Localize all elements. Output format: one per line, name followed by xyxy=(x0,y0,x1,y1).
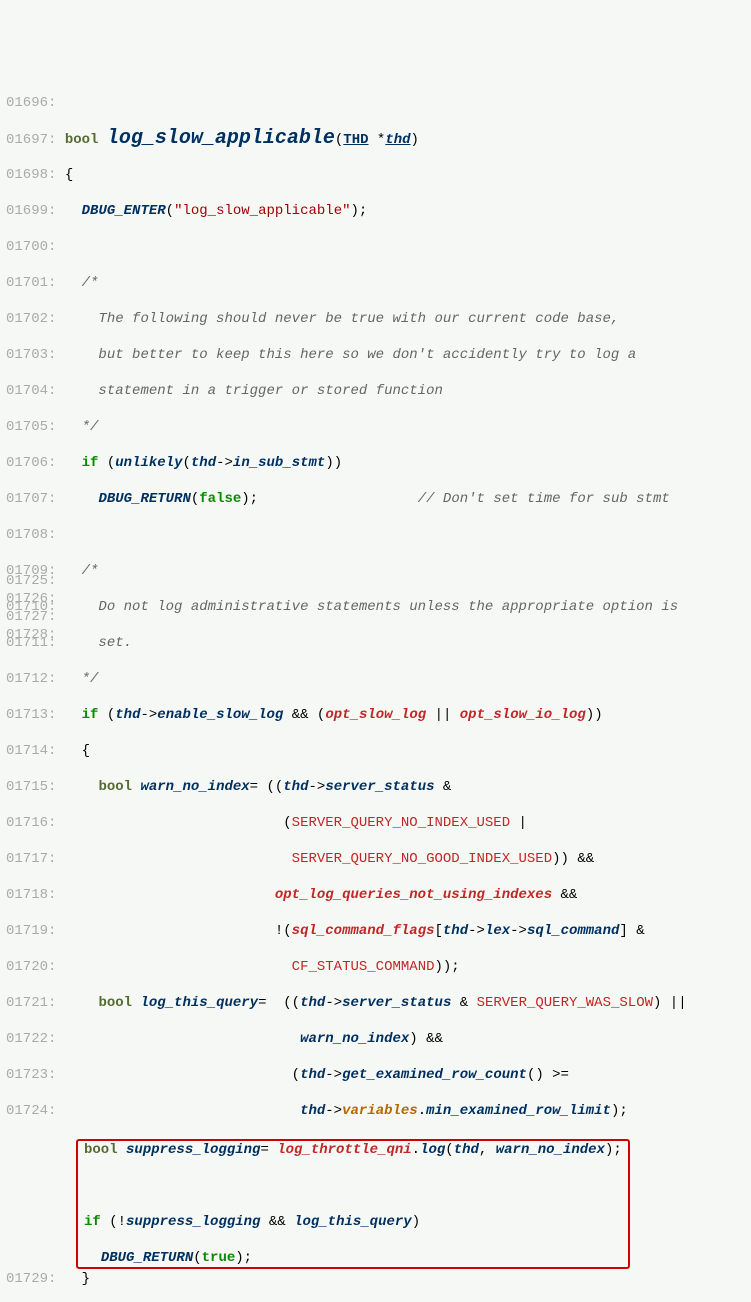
line-number: 01715: xyxy=(6,779,56,795)
var-sql_command_flags[interactable]: sql_command_flags xyxy=(292,923,435,939)
var-warn_no_index[interactable]: warn_no_index xyxy=(140,779,249,795)
var-suppress_logging[interactable]: suppress_logging xyxy=(126,1214,260,1230)
keyword-bool: bool xyxy=(65,132,99,148)
line-number: 01721: xyxy=(6,995,56,1011)
line-number: 01700: xyxy=(6,239,56,255)
const-SERVER_QUERY_WAS_SLOW[interactable]: SERVER_QUERY_WAS_SLOW xyxy=(477,995,653,1011)
comment-text: Do not log administrative statements unl… xyxy=(65,599,678,615)
line-number: 01705: xyxy=(6,419,56,435)
keyword-if: if xyxy=(84,1214,101,1230)
var-log_this_query[interactable]: log_this_query xyxy=(294,1214,412,1230)
const-SERVER_QUERY_NO_GOOD_INDEX_USED[interactable]: SERVER_QUERY_NO_GOOD_INDEX_USED xyxy=(292,851,552,867)
var-thd[interactable]: thd xyxy=(300,1067,325,1083)
field-lex[interactable]: lex xyxy=(485,923,510,939)
comment-inline: // Don't set time for sub stmt xyxy=(418,491,670,507)
comment-text: statement in a trigger or stored functio… xyxy=(65,383,443,399)
var-thd[interactable]: thd xyxy=(300,995,325,1011)
comment-text: The following should never be true with … xyxy=(65,311,620,327)
highlight-box: bool suppress_logging= log_throttle_qni.… xyxy=(76,1139,630,1269)
fn-unlikely[interactable]: unlikely xyxy=(115,455,182,471)
brace: } xyxy=(82,1271,90,1287)
field-enable_slow_log[interactable]: enable_slow_log xyxy=(157,707,283,723)
field-sql_command[interactable]: sql_command xyxy=(527,923,619,939)
keyword-false: false xyxy=(199,491,241,507)
line-number: 01699: xyxy=(6,203,56,219)
function-name[interactable]: log_slow_applicable xyxy=(107,127,335,150)
var-opt_slow_io_log[interactable]: opt_slow_io_log xyxy=(460,707,586,723)
macro-DBUG_ENTER[interactable]: DBUG_ENTER xyxy=(82,203,166,219)
field-server_status[interactable]: server_status xyxy=(342,995,451,1011)
keyword-true: true xyxy=(202,1250,236,1266)
macro-DBUG_RETURN[interactable]: DBUG_RETURN xyxy=(101,1250,193,1266)
var-opt_log_queries_not_using_indexes[interactable]: opt_log_queries_not_using_indexes xyxy=(275,887,552,903)
code-block: 01696: 01697: bool log_slow_applicable(T… xyxy=(6,76,745,1302)
field-min_examined_row_limit[interactable]: min_examined_row_limit xyxy=(426,1103,611,1119)
line-number: 01701: xyxy=(6,275,56,291)
line-number: 01724: xyxy=(6,1103,56,1119)
var-thd[interactable]: thd xyxy=(443,923,468,939)
field-variables[interactable]: variables xyxy=(342,1103,418,1119)
var-warn_no_index[interactable]: warn_no_index xyxy=(496,1142,605,1158)
line-number: 01718: xyxy=(6,887,56,903)
var-thd[interactable]: thd xyxy=(191,455,216,471)
var-log_this_query[interactable]: log_this_query xyxy=(140,995,258,1011)
line-number: 01707: xyxy=(6,491,56,507)
line-number: 01723: xyxy=(6,1067,56,1083)
const-CF_STATUS_COMMAND[interactable]: CF_STATUS_COMMAND xyxy=(292,959,435,975)
line-number: 01717: xyxy=(6,851,56,867)
var-thd[interactable]: thd xyxy=(283,779,308,795)
macro-DBUG_RETURN[interactable]: DBUG_RETURN xyxy=(98,491,190,507)
keyword-bool: bool xyxy=(98,779,132,795)
line-number: 01706: xyxy=(6,455,56,471)
var-thd[interactable]: thd xyxy=(115,707,140,723)
line-number: 01716: xyxy=(6,815,56,831)
keyword-if: if xyxy=(82,707,99,723)
line-number: 01696: xyxy=(6,95,56,111)
brace: { xyxy=(82,743,90,759)
comment-end: */ xyxy=(65,419,99,435)
line-number: 01708: xyxy=(6,527,56,543)
line-number: 01698: xyxy=(6,167,56,183)
keyword-bool: bool xyxy=(98,995,132,1011)
comment-end: */ xyxy=(65,671,99,687)
fn-get_examined_row_count[interactable]: get_examined_row_count xyxy=(342,1067,527,1083)
line-number: 01722: xyxy=(6,1031,56,1047)
brace: { xyxy=(65,167,73,183)
comment-start: /* xyxy=(82,563,99,579)
keyword-if: if xyxy=(82,455,99,471)
line-number: 01729: xyxy=(6,1271,56,1287)
const-SERVER_QUERY_NO_INDEX_USED[interactable]: SERVER_QUERY_NO_INDEX_USED xyxy=(292,815,510,831)
type-THD[interactable]: THD xyxy=(343,132,368,148)
var-thd[interactable]: thd xyxy=(300,1103,325,1119)
var-warn_no_index[interactable]: warn_no_index xyxy=(300,1031,409,1047)
line-number: 01697: xyxy=(6,132,56,148)
line-number: 01713: xyxy=(6,707,56,723)
comment-start: /* xyxy=(82,275,99,291)
field-server_status[interactable]: server_status xyxy=(325,779,434,795)
var-thd[interactable]: thd xyxy=(454,1142,479,1158)
line-number: 01719: xyxy=(6,923,56,939)
var-opt_slow_log[interactable]: opt_slow_log xyxy=(325,707,426,723)
method-log[interactable]: log xyxy=(420,1142,445,1158)
line-number: 01703: xyxy=(6,347,56,363)
var-log_throttle_qni[interactable]: log_throttle_qni xyxy=(277,1142,411,1158)
comment-text: set. xyxy=(65,635,132,651)
var-suppress_logging[interactable]: suppress_logging xyxy=(126,1142,260,1158)
line-number-overlay: 01725: 01726: 01727: 01728: xyxy=(6,572,56,644)
comment-text: but better to keep this here so we don't… xyxy=(65,347,636,363)
line-number: 01712: xyxy=(6,671,56,687)
keyword-bool: bool xyxy=(84,1142,118,1158)
line-number: 01720: xyxy=(6,959,56,975)
param-thd[interactable]: thd xyxy=(385,132,410,148)
field-in_sub_stmt[interactable]: in_sub_stmt xyxy=(233,455,325,471)
line-number: 01704: xyxy=(6,383,56,399)
line-number: 01714: xyxy=(6,743,56,759)
string-literal: "log_slow_applicable" xyxy=(174,203,350,219)
line-number: 01702: xyxy=(6,311,56,327)
